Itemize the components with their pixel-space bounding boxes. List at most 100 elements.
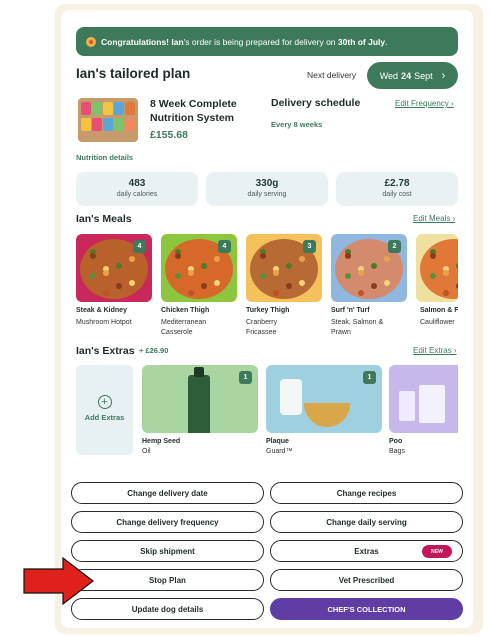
food-detail <box>90 273 96 279</box>
arrow-shape <box>23 557 94 605</box>
food-detail <box>358 270 364 276</box>
food-detail <box>103 290 109 296</box>
extra-subtitle: Guard™ <box>266 448 293 455</box>
meal-subtitle: Mediterranean Casserole <box>161 319 207 336</box>
food-detail <box>175 253 181 259</box>
red-arrow-icon <box>23 557 94 605</box>
food-detail <box>273 290 279 296</box>
food-detail <box>443 290 449 296</box>
meal-subtitle: Cranberry Fricassee <box>246 319 278 336</box>
meal-name: Turkey Thigh <box>246 307 290 314</box>
meal-name: Steak & Kidney <box>76 307 127 314</box>
extra-name: Hemp Seed <box>142 438 181 445</box>
stat-label: daily serving <box>247 191 287 198</box>
next-delivery-button[interactable]: Wed 24 Sept › <box>367 62 458 89</box>
next-delivery-num: 24 <box>401 70 412 81</box>
extra-count-badge: 1 <box>363 371 376 384</box>
food-detail <box>384 256 390 262</box>
update-dog-details-button[interactable]: Update dog details <box>71 598 264 620</box>
meal-name: Surf 'n' Turf <box>331 307 370 314</box>
food-detail <box>260 253 266 259</box>
meal-subtitle: Steak, Salmon & Prawn <box>331 319 384 336</box>
skip-shipment-button[interactable]: Skip shipment <box>71 540 264 562</box>
food-detail <box>286 263 292 269</box>
banner-message: 's order is being prepared for delivery … <box>183 36 336 47</box>
change-delivery-date-button[interactable]: Change delivery date <box>71 482 264 504</box>
food-detail <box>299 256 305 262</box>
meal-count-badge: 4 <box>133 240 146 253</box>
stat-label: daily cost <box>382 191 412 198</box>
food-detail <box>371 263 377 269</box>
food-detail <box>214 280 220 286</box>
change-delivery-frequency-button[interactable]: Change delivery frequency <box>71 511 264 533</box>
change-daily-serving-button[interactable]: Change daily serving <box>270 511 463 533</box>
poo-bags-box-icon <box>419 385 445 423</box>
plus-icon: + <box>97 395 112 409</box>
food-detail <box>214 256 220 262</box>
meal-subtitle: Cauliflower <box>420 319 455 326</box>
food-detail <box>358 290 364 296</box>
meal-subtitle: Mushroom Hotpot <box>76 319 132 326</box>
extra-card[interactable] <box>389 365 458 433</box>
product-image <box>78 98 138 142</box>
food-detail <box>175 273 181 279</box>
food-detail <box>345 253 351 259</box>
banner-name: Ian <box>171 36 184 47</box>
add-extras-button[interactable]: + Add Extras <box>76 365 133 455</box>
next-delivery-label: Next delivery <box>307 70 357 80</box>
edit-meals-link[interactable]: Edit Meals › <box>413 214 455 223</box>
meals-title: Ian's Meals <box>76 213 132 225</box>
nutrition-details-link[interactable]: Nutrition details <box>76 153 133 162</box>
food-detail <box>90 253 96 259</box>
next-delivery-day: Wed <box>379 70 399 81</box>
change-recipes-button[interactable]: Change recipes <box>270 482 463 504</box>
extra-name: Poo <box>389 438 403 445</box>
vet-prescribed-button[interactable]: Vet Prescribed <box>270 569 463 591</box>
meal-name: Chicken Thigh <box>161 307 210 314</box>
food-detail <box>273 270 279 276</box>
food-detail <box>430 273 436 279</box>
stat-value: 330g <box>255 178 279 189</box>
meal-card[interactable]: 2 <box>331 234 407 302</box>
new-badge: NEW <box>422 545 452 558</box>
food-detail <box>371 283 377 289</box>
product-name: 8 Week Complete Nutrition System <box>150 98 237 124</box>
food-detail <box>188 290 194 296</box>
extra-subtitle: Bags <box>389 448 405 455</box>
food-detail <box>103 270 109 276</box>
product-price: £155.68 <box>150 129 188 141</box>
stat-label: daily calories <box>116 191 158 198</box>
extras-button[interactable]: Extras NEW <box>270 540 463 562</box>
stat-calories: 483 daily calories <box>76 172 198 206</box>
plan-title: Ian's tailored plan <box>76 66 191 81</box>
meal-card[interactable] <box>416 234 458 302</box>
poo-bags-box-icon <box>399 391 415 421</box>
food-detail <box>188 270 194 276</box>
food-detail <box>345 273 351 279</box>
food-detail <box>129 256 135 262</box>
chevron-right-icon: › <box>441 69 446 82</box>
extra-card[interactable]: 1 <box>142 365 258 433</box>
food-detail <box>116 283 122 289</box>
food-detail <box>384 280 390 286</box>
banner-date: 30th of July <box>337 36 386 47</box>
meal-count-badge: 3 <box>303 240 316 253</box>
stat-value: £2.78 <box>384 178 410 189</box>
meal-card[interactable]: 4 <box>76 234 152 302</box>
meal-count-badge: 4 <box>218 240 231 253</box>
extras-button-label: Extras <box>354 546 379 556</box>
food-detail <box>299 280 305 286</box>
meal-card[interactable]: 3 <box>246 234 322 302</box>
food-detail <box>116 263 122 269</box>
delivery-banner: Congratulations! Ian's order is being pr… <box>76 27 458 56</box>
stop-plan-button[interactable]: Stop Plan <box>71 569 264 591</box>
extra-subtitle: Oil <box>142 448 151 455</box>
edit-frequency-link[interactable]: Edit Frequency › <box>395 99 454 108</box>
edit-extras-link[interactable]: Edit Extras › <box>413 346 457 355</box>
chefs-collection-button[interactable]: CHEF'S COLLECTION <box>270 598 463 620</box>
meal-card[interactable]: 4 <box>161 234 237 302</box>
stat-serving: 330g daily serving <box>206 172 328 206</box>
banner-congrats: Congratulations! <box>101 36 169 47</box>
extra-card[interactable]: 1 <box>266 365 382 433</box>
plaque-guard-tub-icon <box>280 379 302 415</box>
